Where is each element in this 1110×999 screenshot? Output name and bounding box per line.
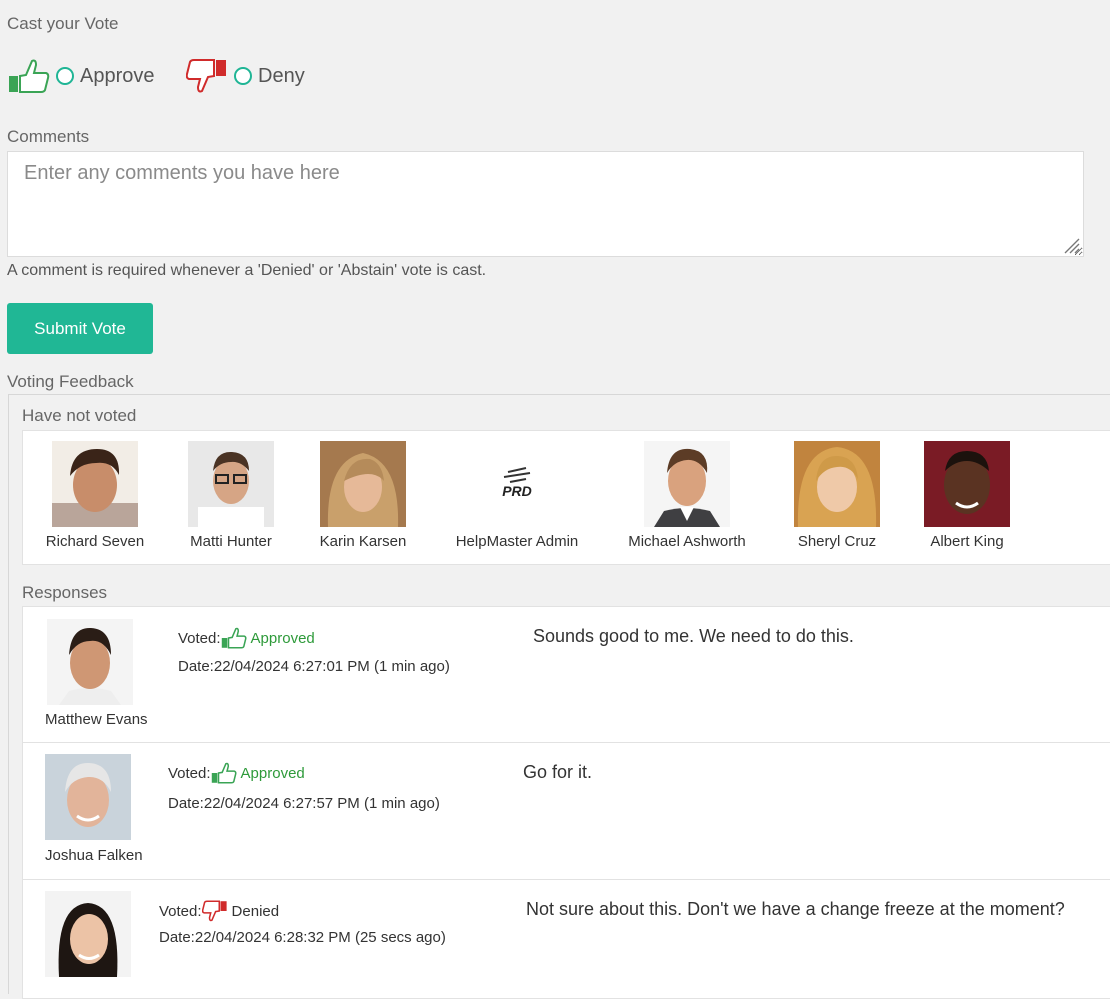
have-not-voted-heading: Have not voted <box>22 406 137 425</box>
not-voted-person: Sheryl Cruz <box>767 441 907 550</box>
response-comment: Go for it. <box>523 762 593 782</box>
vote-status-text: Approved <box>240 764 305 782</box>
responder-name: Matthew Evans <box>45 711 148 728</box>
vote-date: Date:22/04/2024 6:28:32 PM (25 secs ago) <box>159 929 446 946</box>
avatar <box>794 441 880 527</box>
responses-heading: Responses <box>22 583 108 602</box>
voted-label: Voted: <box>178 629 221 647</box>
comments-label: Comments <box>7 127 90 146</box>
person-name: HelpMaster Admin <box>455 533 579 550</box>
person-name: Sheryl Cruz <box>797 533 877 550</box>
not-voted-person: Karin Karsen <box>293 441 433 550</box>
voted-label: Voted: <box>159 902 202 920</box>
person-name: Albert King <box>930 533 1004 550</box>
not-voted-person: Matti Hunter <box>161 441 301 550</box>
avatar <box>188 441 274 527</box>
deny-radio[interactable] <box>234 67 252 85</box>
not-voted-panel: Richard Seven Matti Hunter Karin Karsen … <box>22 430 1110 565</box>
response-row: Joshua Falken Voted: Approved Date:22/04… <box>22 742 1110 880</box>
response-row: Voted: Denied Date:22/04/2024 6:28:32 PM… <box>22 879 1110 999</box>
avatar <box>644 441 730 527</box>
response-comment: Sounds good to me. We need to do this. <box>533 626 854 646</box>
vote-status: Voted: Approved <box>168 762 305 784</box>
vote-status: Voted: Approved <box>178 627 315 649</box>
not-voted-person: Albert King <box>897 441 1037 550</box>
response-comment: Not sure about this. Don't we have a cha… <box>526 899 1065 919</box>
person-name: Karin Karsen <box>319 533 407 550</box>
not-voted-person: Richard Seven <box>25 441 165 550</box>
avatar <box>924 441 1010 527</box>
avatar <box>52 441 138 527</box>
deny-option[interactable]: Deny <box>186 56 305 96</box>
thumbs-down-icon <box>201 900 227 922</box>
person-name: Richard Seven <box>45 533 145 550</box>
comment-required-hint: A comment is required whenever a 'Denied… <box>7 262 487 279</box>
vote-date: Date:22/04/2024 6:27:57 PM (1 min ago) <box>168 795 440 812</box>
voted-label: Voted: <box>168 764 211 782</box>
avatar <box>320 441 406 527</box>
thumbs-up-icon <box>9 59 50 93</box>
approve-radio[interactable] <box>56 67 74 85</box>
vote-status-text: Approved <box>250 629 315 647</box>
thumbs-up-icon <box>221 627 247 649</box>
avatar <box>45 754 131 840</box>
person-name: Matti Hunter <box>190 533 272 550</box>
avatar <box>45 891 131 977</box>
thumbs-down-icon <box>186 59 226 93</box>
voting-feedback-heading: Voting Feedback <box>7 372 134 391</box>
not-voted-person: PRD HelpMaster Admin <box>447 441 587 550</box>
responder-name: Joshua Falken <box>45 847 143 864</box>
approve-option[interactable]: Approve <box>8 56 155 96</box>
vote-status-text: Denied <box>231 902 280 920</box>
not-voted-person: Michael Ashworth <box>617 441 757 550</box>
company-logo: PRD <box>474 441 560 527</box>
comments-field[interactable] <box>7 151 1084 257</box>
person-name: Michael Ashworth <box>628 533 746 550</box>
vote-date: Date:22/04/2024 6:27:01 PM (1 min ago) <box>178 658 450 675</box>
deny-label: Deny <box>258 64 305 87</box>
response-row: Matthew Evans Voted: Approved Date:22/04… <box>22 606 1110 743</box>
vote-status: Voted: Denied <box>159 900 279 922</box>
thumbs-up-icon <box>211 762 237 784</box>
approve-label: Approve <box>80 64 155 87</box>
resize-grip-icon[interactable] <box>1062 236 1080 254</box>
cast-vote-heading: Cast your Vote <box>7 14 119 33</box>
avatar <box>47 619 133 705</box>
submit-vote-button[interactable]: Submit Vote <box>7 303 153 354</box>
svg-text:PRD: PRD <box>502 483 532 499</box>
